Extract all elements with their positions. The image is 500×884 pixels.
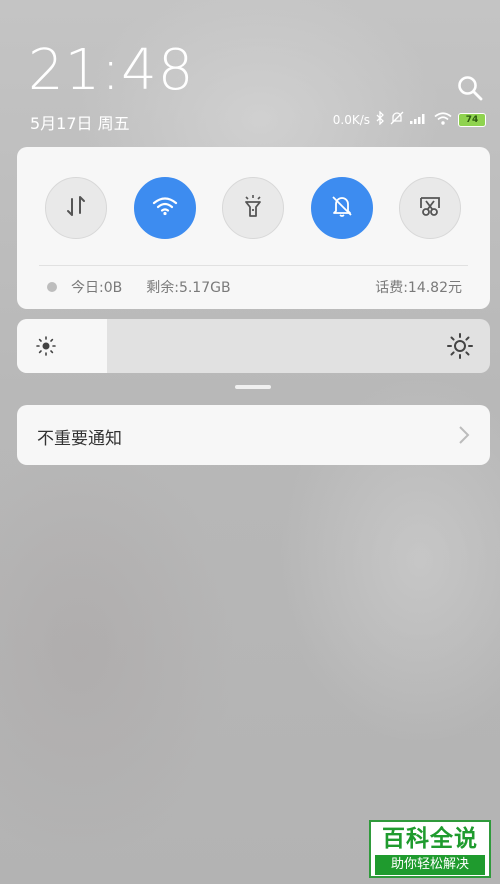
mobile-data-toggle[interactable] [45, 177, 107, 239]
battery-indicator: 74 [458, 112, 486, 127]
wifi-icon [152, 196, 178, 220]
data-remaining: 剩余:5.17GB [146, 280, 231, 296]
flashlight-icon [242, 194, 264, 222]
unimportant-notifications-row[interactable]: 不重要通知 [17, 405, 490, 465]
chevron-right-icon [458, 425, 470, 449]
quick-settings-panel: 今日:0B 剩余:5.17GB 话费:14.82元 [17, 147, 490, 309]
network-speed: 0.0K/s [332, 112, 370, 127]
data-arrows-icon [65, 194, 87, 222]
wifi-toggle[interactable] [134, 177, 196, 239]
data-usage-row[interactable]: 今日:0B 剩余:5.17GB 话费:14.82元 [47, 277, 462, 297]
data-today: 今日:0B [71, 280, 123, 296]
watermark-logo: 百科全说 助你轻松解决 [369, 820, 491, 878]
date-label: 5月17日 周五 [30, 114, 130, 133]
phone-balance: 话费:14.82元 [375, 280, 462, 296]
brightness-slider[interactable] [17, 319, 490, 373]
bluetooth-icon [376, 110, 384, 128]
unimportant-notifications-label: 不重要通知 [37, 429, 122, 449]
data-status-dot [47, 282, 57, 292]
wifi-status-icon [434, 111, 452, 128]
mute-toggle[interactable] [311, 177, 373, 239]
brightness-fill [17, 319, 107, 373]
bell-off-icon [330, 194, 354, 222]
panel-divider [39, 265, 468, 266]
scissors-icon [418, 194, 442, 222]
brightness-low-icon [35, 335, 57, 361]
screenshot-toggle[interactable] [399, 177, 461, 239]
signal-icon [410, 112, 428, 127]
clock-time: 21:48 [28, 38, 195, 103]
alarm-off-icon [390, 111, 404, 128]
status-bar-icons: 0.0K/s 74 [332, 110, 486, 128]
watermark-subtitle: 助你轻松解决 [375, 855, 485, 875]
search-icon[interactable] [456, 74, 484, 102]
flashlight-toggle[interactable] [222, 177, 284, 239]
drag-handle[interactable] [235, 385, 271, 389]
brightness-high-icon [446, 332, 474, 364]
watermark-title: 百科全说 [382, 826, 478, 852]
